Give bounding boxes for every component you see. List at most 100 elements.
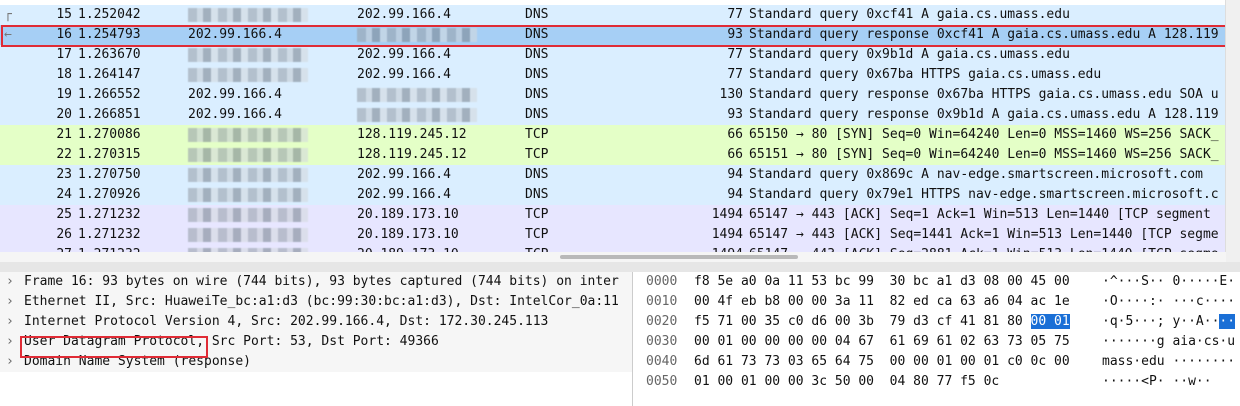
packet-time: 1.270926 [78,187,141,202]
packet-number: 18 [56,67,72,82]
hex-row[interactable]: 0040 6d 61 73 73 03 65 64 75 00 00 01 00 … [640,352,1240,372]
packet-destination: 202.99.166.4 [357,167,451,182]
packet-length: 1494 [711,227,743,242]
packet-row-24[interactable]: 24 1.270926 202.99.166.4 DNS 94 Standard quer… [0,185,1226,205]
packet-number: 19 [56,87,72,102]
packet-bytes-pane[interactable]: 0000 f8 5e a0 0a 11 53 bc 99 30 bc a1 d3 … [640,272,1240,406]
packet-row-18[interactable]: 18 1.264147 202.99.166.4 DNS 77 Standard quer… [0,65,1226,85]
packet-destination: 128.119.245.12 [357,127,467,142]
packet-source: 202.99.166.4 [188,27,282,42]
packet-time: 1.266552 [78,87,141,102]
packet-row-16[interactable]: ← 16 1.254793 202.99.166.4 DNS 93 Standard que… [0,25,1226,45]
packet-protocol: DNS [525,27,549,42]
packet-number: 20 [56,107,72,122]
packet-destination: 202.99.166.4 [357,7,451,22]
hex-offset: 0010 [646,294,678,309]
detail-tree-item[interactable]: › Ethernet II, Src: HuaweiTe_bc:a1:d3 (bc… [0,292,632,312]
packet-row-15[interactable]: ┌ 15 1.252042 202.99.166.4 DNS 77 Standard que… [0,5,1226,25]
packet-row-21[interactable]: 21 1.270086 128.119.245.12 TCP 66 65150 → 80 … [0,125,1226,145]
expand-chevron-icon[interactable]: › [6,352,14,372]
packet-info: Standard query 0x67ba HTTPS gaia.cs.umas… [749,67,1102,82]
packet-time: 1.266851 [78,107,141,122]
packet-row-22[interactable]: 22 1.270315 128.119.245.12 TCP 66 65151 → 80 … [0,145,1226,165]
packet-number: 16 [56,27,72,42]
packet-row-19[interactable]: 19 1.266552 202.99.166.4 DNS 130 Standard que… [0,85,1226,105]
packet-number: 23 [56,167,72,182]
packet-details-pane[interactable]: › Frame 16: 93 bytes on wire (744 bits), … [0,272,633,406]
hex-bytes-part: f5 71 00 35 c0 d6 00 3b 79 d3 cf 41 81 8… [694,314,1031,329]
hex-bytes: f5 71 00 35 c0 d6 00 3b 79 d3 cf 41 81 8… [694,312,1070,332]
packet-info: Standard query 0x79e1 HTTPS nav-edge.sma… [749,187,1219,202]
packet-info: Standard query 0x9b1d A gaia.cs.umass.ed… [749,47,1070,62]
hex-offset: 0040 [646,354,678,369]
packet-protocol: DNS [525,87,549,102]
hex-offset: 0000 [646,274,678,289]
hex-bytes: 6d 61 73 73 03 65 64 75 00 00 01 00 01 c… [694,354,1070,369]
packet-info: 65150 → 80 [SYN] Seq=0 Win=64240 Len=0 M… [749,127,1219,142]
hex-row[interactable]: 0020 f5 71 00 35 c0 d6 00 3b 79 d3 cf 41 … [640,312,1240,332]
detail-tree-item[interactable]: › Frame 16: 93 bytes on wire (744 bits), … [0,272,632,292]
packet-destination: 128.119.245.12 [357,147,467,162]
hex-row[interactable]: 0000 f8 5e a0 0a 11 53 bc 99 30 bc a1 d3 … [640,272,1240,292]
packet-protocol: DNS [525,107,549,122]
packet-time: 1.252042 [78,7,141,22]
packet-length: 77 [727,67,743,82]
expand-chevron-icon[interactable]: › [6,332,14,352]
packet-row-17[interactable]: 17 1.263670 202.99.166.4 DNS 77 Standard quer… [0,45,1226,65]
packet-info: Standard query response 0x67ba HTTPS gai… [749,87,1219,102]
packet-protocol: DNS [525,7,549,22]
hex-row[interactable]: 0030 00 01 00 00 00 00 04 67 61 69 61 02 … [640,332,1240,352]
packet-length: 94 [727,167,743,182]
hex-bytes: 01 00 01 00 00 3c 50 00 04 80 77 f5 0c [694,374,1000,389]
packet-time: 1.270086 [78,127,141,142]
hex-offset: 0050 [646,374,678,389]
hex-offset: 0030 [646,334,678,349]
hex-row[interactable]: 0010 00 4f eb b8 00 00 3a 11 82 ed ca 63 … [640,292,1240,312]
packet-destination: 202.99.166.4 [357,187,451,202]
detail-tree-item[interactable]: › Internet Protocol Version 4, Src: 202.9… [0,312,632,332]
hex-row[interactable]: 0050 01 00 01 00 00 3c 50 00 04 80 77 f5 … [640,372,1240,392]
ascii-bytes: ·····<P· ··w·· [1102,374,1212,389]
packet-protocol: TCP [525,207,549,222]
packet-list[interactable]: ┌ 15 1.252042 202.99.166.4 DNS 77 Standard que… [0,0,1240,262]
packet-length: 130 [719,87,743,102]
packet-time: 1.271232 [78,207,141,222]
ascii-bytes-part: ·q·5···; y··A·· [1102,314,1220,329]
packet-destination: 202.99.166.4 [357,67,451,82]
packet-row-26[interactable]: 26 1.271232 20.189.173.10 TCP 1494 65147 → 44… [0,225,1226,245]
expand-chevron-icon[interactable]: › [6,292,14,312]
packet-length: 66 [727,127,743,142]
packet-info: Standard query 0xcf41 A gaia.cs.umass.ed… [749,7,1070,22]
packet-destination: 202.99.166.4 [357,47,451,62]
packet-number: 25 [56,207,72,222]
hex-bytes-selected: 00 01 [1030,314,1070,329]
scrollbar-thumb[interactable] [560,255,798,259]
packet-time: 1.271232 [78,227,141,242]
expand-chevron-icon[interactable]: › [6,272,14,292]
packet-list-vertical-scrollbar[interactable] [1225,0,1240,262]
udp-annotation-box [20,336,208,358]
packet-row-25[interactable]: 25 1.271232 20.189.173.10 TCP 1494 65147 → 44… [0,205,1226,225]
pane-splitter[interactable] [0,262,1240,272]
packet-protocol: DNS [525,67,549,82]
ascii-bytes: mass·edu ········ [1102,354,1236,369]
hex-offset: 0020 [646,314,678,329]
packet-protocol: DNS [525,167,549,182]
hex-bytes: 00 4f eb b8 00 00 3a 11 82 ed ca 63 a6 0… [694,294,1070,309]
packet-protocol: DNS [525,47,549,62]
expand-chevron-icon[interactable]: › [6,312,14,332]
packet-list-horizontal-scrollbar[interactable] [0,252,1226,262]
packet-time: 1.270315 [78,147,141,162]
packet-row-23[interactable]: 23 1.270750 202.99.166.4 DNS 94 Standard quer… [0,165,1226,185]
ascii-bytes: ·q·5···; y··A···· [1102,312,1236,332]
packet-destination: 20.189.173.10 [357,227,459,242]
detail-label: Ethernet II, Src: HuaweiTe_bc:a1:d3 (bc:… [24,294,619,309]
packet-length: 93 [727,27,743,42]
packet-row-20[interactable]: 20 1.266851 202.99.166.4 DNS 93 Standard quer… [0,105,1226,125]
packet-time: 1.270750 [78,167,141,182]
packet-info: 65147 → 443 [ACK] Seq=1441 Ack=1 Win=513… [749,227,1219,242]
packet-length: 94 [727,187,743,202]
hex-bytes: f8 5e a0 0a 11 53 bc 99 30 bc a1 d3 08 0… [694,274,1070,289]
packet-destination: 20.189.173.10 [357,207,459,222]
packet-protocol: DNS [525,187,549,202]
